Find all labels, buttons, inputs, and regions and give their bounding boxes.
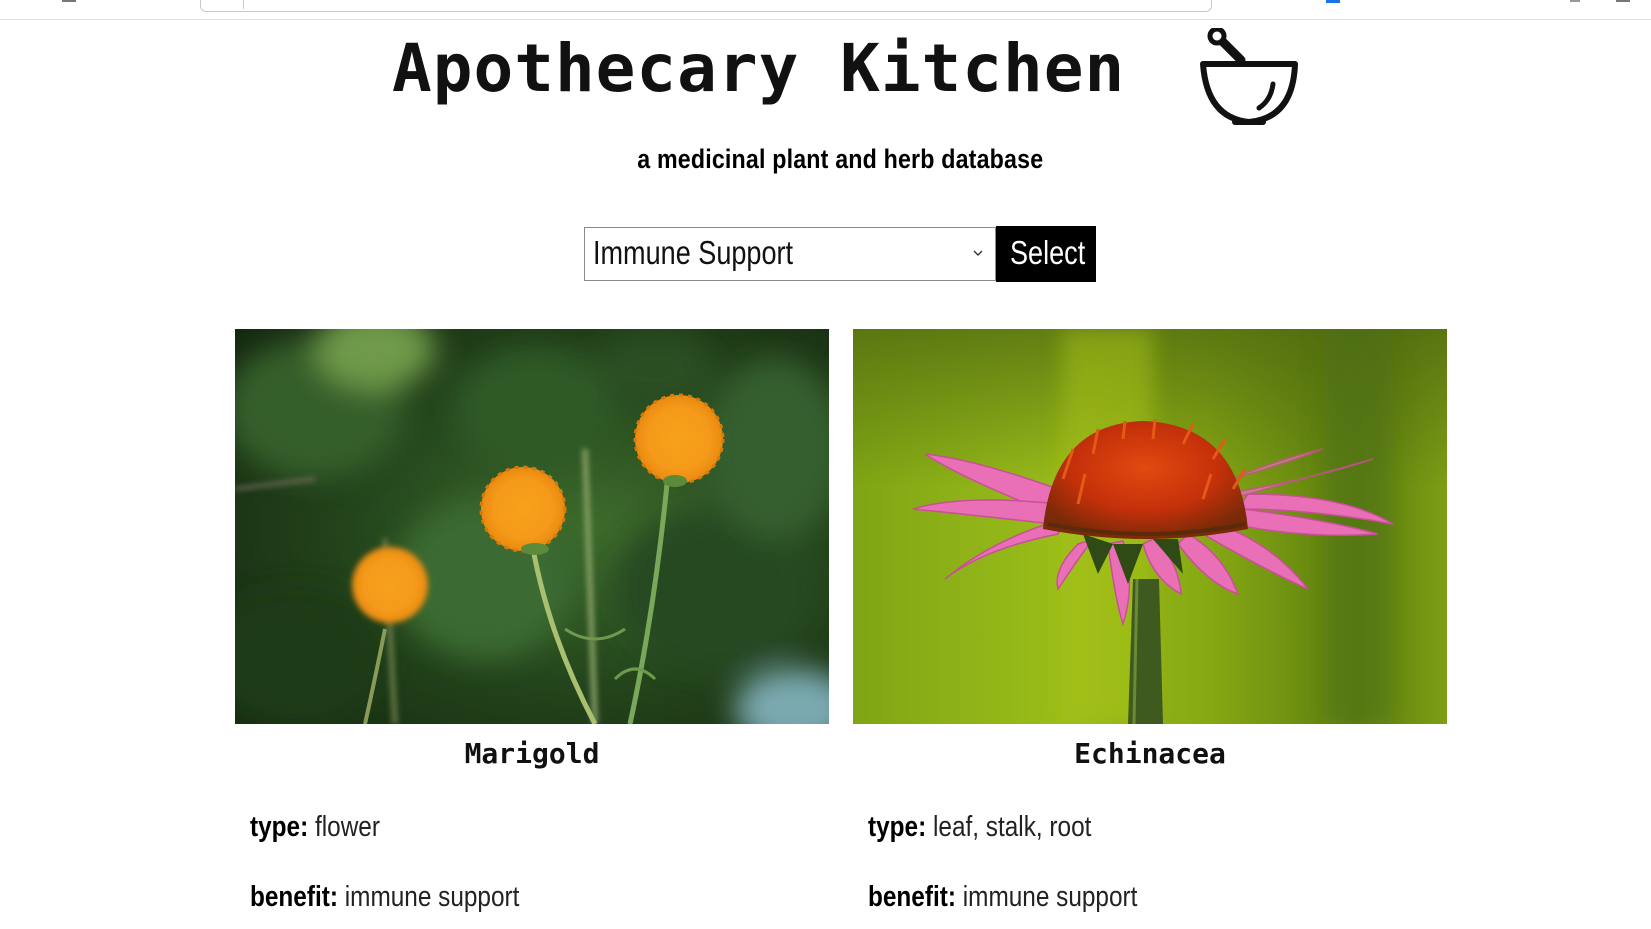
plant-name: Marigold (464, 737, 600, 770)
plant-type-label: type: (250, 811, 309, 843)
plant-name: Echinacea (1074, 737, 1226, 770)
mortar-and-pestle-icon (1200, 28, 1298, 125)
plant-type: type: leaf, stalk, root (868, 811, 1091, 844)
address-bar[interactable] (200, 0, 1212, 12)
browser-menu-icon[interactable] (62, 0, 76, 2)
benefit-select[interactable]: Immune Support (584, 227, 996, 281)
plant-benefit-label: benefit: (250, 881, 338, 913)
select-button-label: Select (1010, 234, 1086, 271)
plant-type-value: leaf, stalk, root (932, 811, 1092, 843)
marigold-photo (235, 329, 829, 724)
window-control-icon[interactable] (1570, 0, 1580, 2)
plant-benefit-label: benefit: (868, 881, 956, 913)
plant-benefit-value: immune support (344, 881, 520, 913)
site-title: Apothecary Kitchen (392, 30, 1126, 107)
site-header: Apothecary Kitchen (0, 28, 1651, 128)
plant-benefit: benefit: immune support (868, 881, 1137, 914)
plant-card-echinacea: Echinacea type: leaf, stalk, root benefi… (853, 329, 1447, 913)
echinacea-photo (853, 329, 1447, 724)
plant-benefit-value: immune support (962, 881, 1138, 913)
window-minimize-icon[interactable] (1616, 0, 1630, 2)
plant-type-label: type: (868, 811, 927, 843)
plant-card-marigold: Marigold type: flower benefit: immune su… (235, 329, 829, 913)
benefit-select-value: Immune Support (593, 234, 794, 271)
chevron-down-icon (973, 250, 983, 256)
address-divider (243, 0, 244, 9)
plant-type-value: flower (314, 811, 380, 843)
extension-icon[interactable] (1326, 0, 1340, 3)
plant-benefit: benefit: immune support (250, 881, 519, 914)
plant-type: type: flower (250, 811, 380, 844)
site-subtitle: a medicinal plant and herb database (637, 144, 1044, 174)
browser-toolbar (0, 0, 1651, 20)
filter-form: Immune Support Select (584, 226, 1096, 283)
select-button[interactable]: Select (996, 226, 1096, 282)
